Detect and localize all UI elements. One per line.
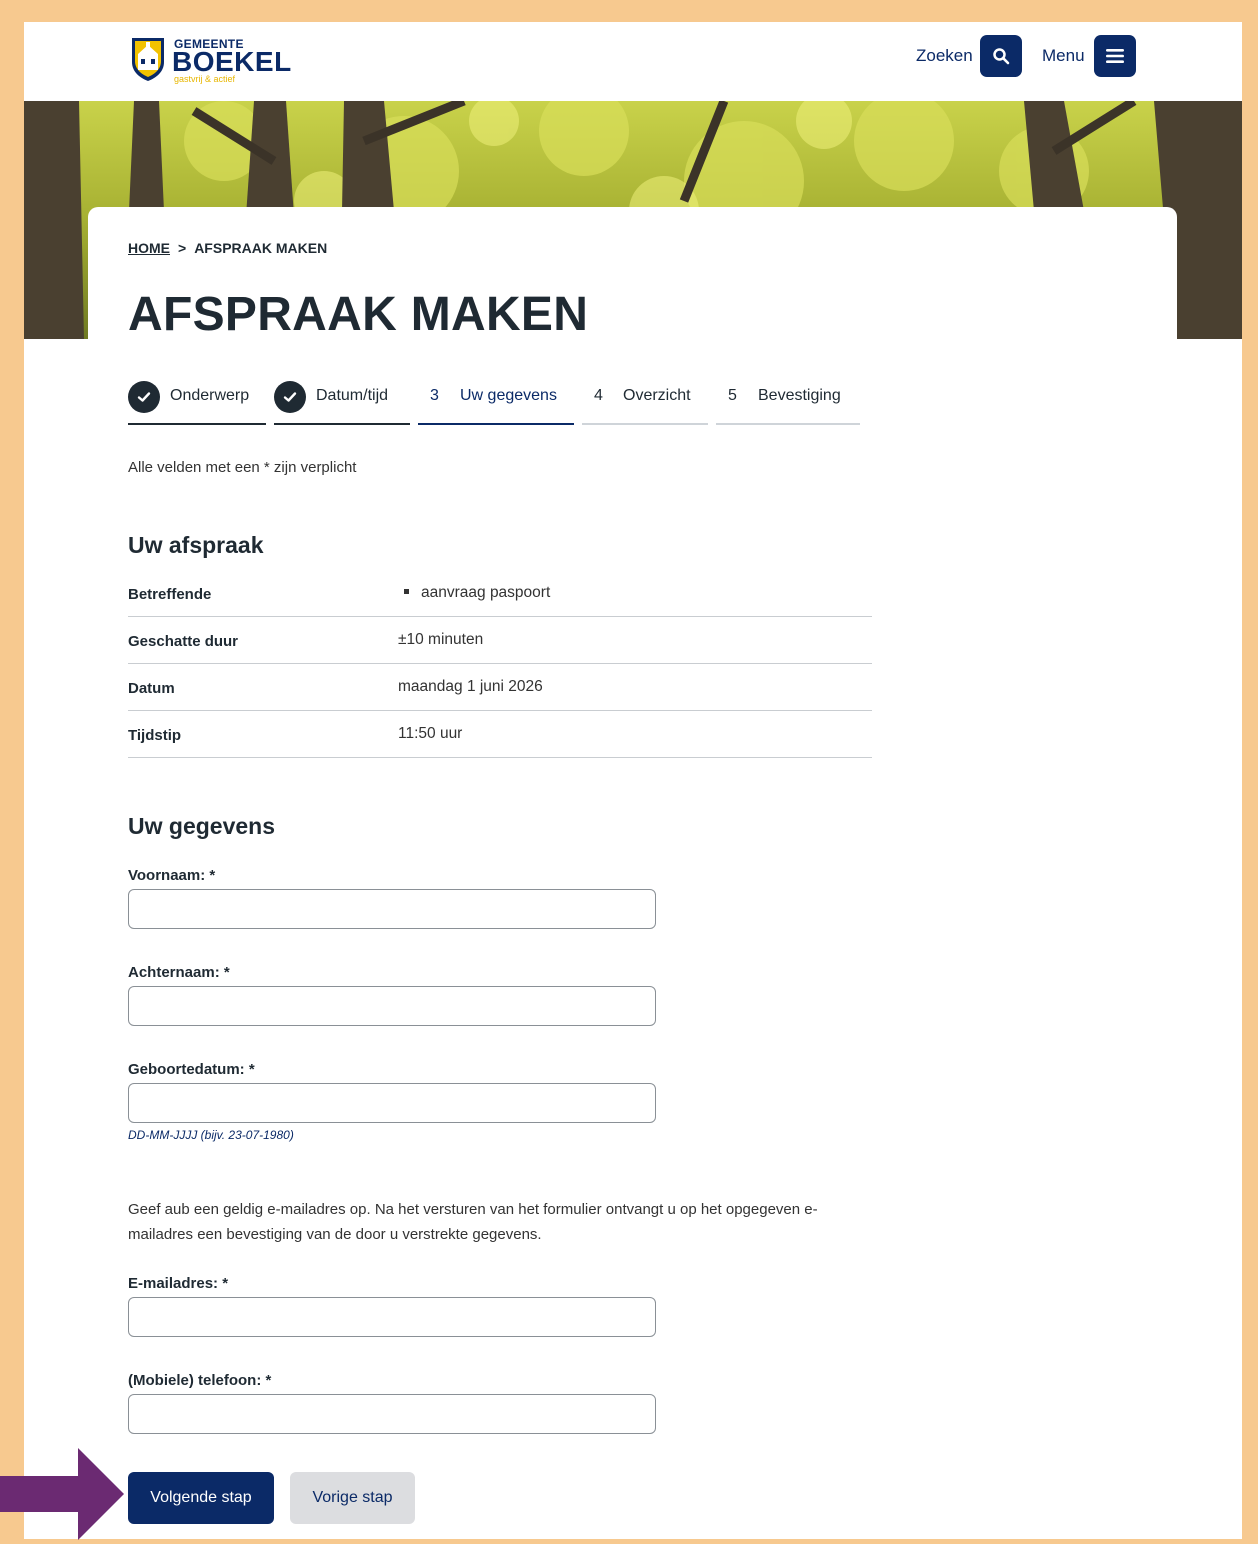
summary-value: maandag 1 juni 2026 xyxy=(398,678,543,695)
email-input[interactable] xyxy=(128,1297,656,1337)
search-icon xyxy=(993,48,1010,65)
summary-value: 11:50 uur xyxy=(398,725,463,742)
bullet-icon xyxy=(404,588,409,594)
birthdate-input[interactable] xyxy=(128,1083,656,1123)
step-label: Overzicht xyxy=(623,387,691,404)
step-number: 4 xyxy=(594,387,603,404)
summary-key: Datum xyxy=(128,680,175,697)
step-label: Bevestiging xyxy=(758,387,841,404)
birthdate-hint: DD-MM-JJJJ (bijv. 23-07-1980) xyxy=(128,1128,294,1142)
site-logo[interactable]: GEMEENTE BOEKEL gastvrij & actief xyxy=(130,35,291,85)
summary-value-text: aanvraag paspoort xyxy=(421,584,551,601)
summary-row-duur: Geschatte duur ±10 minuten xyxy=(128,617,872,664)
hamburger-menu-icon xyxy=(1106,49,1124,63)
summary-key: Betreffende xyxy=(128,586,212,603)
search-label[interactable]: Zoeken xyxy=(916,46,973,66)
menu-button[interactable] xyxy=(1094,35,1136,77)
search-button[interactable] xyxy=(980,35,1022,77)
summary-row-tijdstip: Tijdstip 11:50 uur xyxy=(128,711,872,758)
next-step-button[interactable]: Volgende stap xyxy=(128,1472,274,1524)
step-label: Onderwerp xyxy=(170,387,250,404)
last-name-input[interactable] xyxy=(128,986,656,1026)
breadcrumb-current: AFSPRAAK MAKEN xyxy=(194,240,328,256)
summary-row-betreffende: Betreffende aanvraag paspoort xyxy=(128,570,872,617)
step-datum-tijd[interactable]: Datum/tijd xyxy=(274,375,410,425)
step-uw-gegevens[interactable]: 3 Uw gegevens xyxy=(418,375,574,425)
step-label: Datum/tijd xyxy=(316,387,389,404)
page-title: AFSPRAAK MAKEN xyxy=(128,288,589,341)
checkmark-icon xyxy=(274,381,306,413)
birthdate-label: Geboortedatum: * xyxy=(128,1061,255,1078)
summary-value: ±10 minuten xyxy=(398,631,484,648)
step-overzicht: 4 Overzicht xyxy=(582,375,708,425)
step-number: 5 xyxy=(728,387,737,404)
checkmark-icon xyxy=(128,381,160,413)
email-label: E-mailadres: * xyxy=(128,1275,229,1292)
step-onderwerp[interactable]: Onderwerp xyxy=(128,375,266,425)
step-number: 3 xyxy=(430,387,439,404)
appointment-summary: Betreffende aanvraag paspoort Geschatte … xyxy=(128,570,872,758)
phone-input[interactable] xyxy=(128,1394,656,1434)
first-name-input[interactable] xyxy=(128,889,656,929)
arrow-right-icon xyxy=(0,1448,124,1540)
step-label: Uw gegevens xyxy=(460,387,557,404)
required-fields-note: Alle velden met een * zijn verplicht xyxy=(128,459,357,476)
appointment-heading: Uw afspraak xyxy=(128,532,264,558)
shield-logo-icon xyxy=(132,38,164,81)
step-bevestiging: 5 Bevestiging xyxy=(716,375,860,425)
logo-tagline: gastvrij & actief xyxy=(174,74,236,84)
summary-key: Geschatte duur xyxy=(128,633,239,650)
details-heading: Uw gegevens xyxy=(128,813,275,839)
summary-row-datum: Datum maandag 1 juni 2026 xyxy=(128,664,872,711)
summary-key: Tijdstip xyxy=(128,727,182,744)
summary-value: aanvraag paspoort xyxy=(398,584,550,602)
last-name-label: Achternaam: * xyxy=(128,964,230,981)
site-header: GEMEENTE BOEKEL gastvrij & actief Zoeken… xyxy=(24,22,1242,101)
first-name-label: Voornaam: * xyxy=(128,867,216,884)
page: GEMEENTE BOEKEL gastvrij & actief Zoeken… xyxy=(24,22,1242,1539)
previous-step-button[interactable]: Vorige stap xyxy=(290,1472,415,1524)
breadcrumb-separator: > xyxy=(178,240,187,256)
breadcrumb: HOME > AFSPRAAK MAKEN xyxy=(128,240,327,256)
breadcrumb-home-link[interactable]: HOME xyxy=(128,240,170,256)
phone-label: (Mobiele) telefoon: * xyxy=(128,1372,272,1389)
content-card: HOME > AFSPRAAK MAKEN AFSPRAAK MAKEN Onder… xyxy=(88,207,1177,1539)
email-info-text: Geef aub een geldig e-mailadres op. Na h… xyxy=(128,1201,818,1243)
menu-label[interactable]: Menu xyxy=(1042,46,1085,66)
